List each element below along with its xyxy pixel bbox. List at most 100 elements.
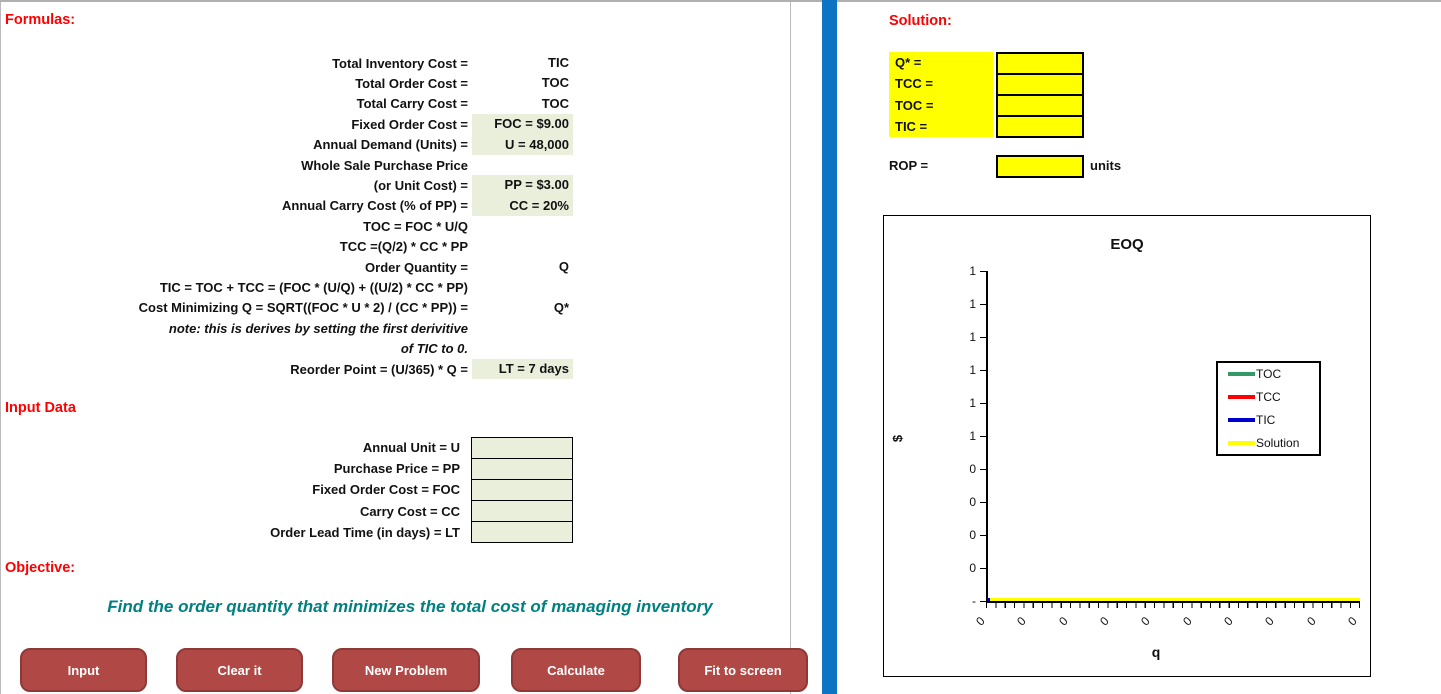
formula-row: Annual Demand (Units) =U = 48,000: [0, 135, 573, 155]
formula-row: Annual Carry Cost (% of PP) = CC = 20%: [0, 196, 573, 216]
legend-label: TIC: [1256, 413, 1275, 427]
rop-label: ROP =: [889, 158, 928, 173]
formula-row: Whole Sale Purchase Price: [0, 155, 573, 175]
y-tick-label: 1: [969, 429, 976, 443]
new-problem-button[interactable]: New Problem: [332, 648, 480, 692]
formula-value: [472, 155, 573, 175]
x-tick-label: 0: [1262, 610, 1282, 630]
formula-label: Total Order Cost =: [0, 76, 468, 91]
input-label-carry-cost: Carry Cost = CC: [360, 504, 460, 519]
formula-label: Annual Demand (Units) =: [0, 137, 468, 152]
legend-item-solution: Solution: [1228, 436, 1319, 450]
input-button[interactable]: Input: [20, 648, 147, 692]
formula-label: Total Carry Cost =: [0, 96, 468, 111]
x-tick-label: 0: [1304, 610, 1324, 630]
rop-cell: [996, 155, 1084, 178]
y-tick-label: 1: [969, 297, 976, 311]
x-axis-tick-labels: 0 0 0 0 0 0 0 0 0 0: [977, 612, 1361, 628]
legend-label: TOC: [1256, 367, 1281, 381]
formula-row: Fixed Order Cost = FOC = $9.00: [0, 114, 573, 134]
solution-label-tcc: TCC =: [889, 73, 993, 94]
formula-value: [472, 318, 573, 338]
input-label-fixed-order-cost: Fixed Order Cost = FOC: [312, 482, 460, 497]
formula-note: of TIC to 0.: [0, 341, 468, 356]
formula-label: TIC = TOC + TCC = (FOC * (U/Q) + ((U/2) …: [0, 280, 468, 295]
formula-value: TOC: [472, 94, 573, 114]
formula-value-highlighted: CC = 20%: [472, 196, 573, 216]
formula-value: [472, 277, 573, 297]
input-cell-purchase-price[interactable]: [471, 458, 573, 480]
clear-button[interactable]: Clear it: [176, 648, 303, 692]
formula-label: Total Inventory Cost =: [0, 56, 468, 71]
x-tick-label: 0: [1345, 610, 1365, 630]
formula-label: Reorder Point = (U/365) * Q =: [0, 362, 468, 377]
input-cell-annual-units[interactable]: [471, 437, 573, 459]
formulas-heading: Formulas:: [5, 12, 75, 28]
solution-cell-tic: [996, 115, 1084, 138]
calculate-button[interactable]: Calculate: [511, 648, 641, 692]
x-tick-label: 0: [1097, 610, 1117, 630]
y-axis-label: $: [890, 435, 905, 442]
formula-row: Order Quantity =Q: [0, 257, 573, 277]
solution-cell-toc: [996, 94, 1084, 117]
solution-line-swatch: [1228, 441, 1255, 445]
solution-label-qstar: Q* =: [889, 52, 993, 73]
y-axis-tick-labels: 1 1 1 1 1 1 0 0 0 0 -: [942, 264, 976, 608]
formula-value: TOC: [472, 73, 573, 93]
x-tick-label: 0: [1221, 610, 1241, 630]
x-tick-label: 0: [973, 610, 993, 630]
eoq-chart: EOQ $ 1 1 1 1 1 1 0 0 0 0 - 0 0 0 0 0 0 …: [883, 215, 1371, 677]
y-tick-label: 0: [969, 462, 976, 476]
input-cell-lead-time[interactable]: [471, 521, 573, 543]
formula-row: Total Carry Cost = TOC: [0, 94, 573, 114]
legend-item-tcc: TCC: [1228, 390, 1319, 404]
legend-item-toc: TOC: [1228, 367, 1319, 381]
blue-column-divider: [822, 0, 837, 694]
formula-label: TOC = FOC * U/Q: [0, 219, 468, 234]
solution-cell-tcc: [996, 73, 1084, 96]
y-axis-line: [986, 271, 988, 602]
formula-label: Annual Carry Cost (% of PP) =: [0, 198, 468, 213]
formula-label: Fixed Order Cost =: [0, 117, 468, 132]
rop-units-label: units: [1090, 158, 1121, 173]
y-tick-label: 1: [969, 330, 976, 344]
objective-heading: Objective:: [5, 560, 75, 576]
input-cell-carry-cost[interactable]: [471, 500, 573, 522]
solution-label-tic: TIC =: [889, 116, 993, 137]
y-tick-label: 0: [969, 561, 976, 575]
formula-table: Total Inventory Cost = TIC Total Order Co…: [0, 53, 573, 379]
formula-label: (or Unit Cost) =: [0, 178, 468, 193]
y-tick-label: 0: [969, 528, 976, 542]
formula-row: TIC = TOC + TCC = (FOC * (U/Q) + ((U/2) …: [0, 277, 573, 297]
legend-label: TCC: [1256, 390, 1281, 404]
formula-value-highlighted: FOC = $9.00: [472, 114, 573, 134]
x-axis-label: q: [986, 644, 1326, 660]
formula-row: (or Unit Cost) =PP = $3.00: [0, 175, 573, 195]
formula-note-row: of TIC to 0.: [0, 338, 573, 358]
window-top-edge: [0, 0, 1441, 2]
chart-title: EOQ: [884, 236, 1370, 253]
y-tick-label: 1: [969, 264, 976, 278]
fit-to-screen-button[interactable]: Fit to screen: [678, 648, 808, 692]
formula-value: TIC: [472, 53, 573, 73]
formula-row: TOC = FOC * U/Q: [0, 216, 573, 236]
y-tick-label: 1: [969, 363, 976, 377]
tic-line-swatch: [1228, 418, 1255, 422]
input-label-annual-units: Annual Unit = U: [363, 440, 460, 455]
input-label-column: Annual Unit = U Purchase Price = PP Fixe…: [0, 437, 460, 543]
x-tick-label: 0: [1056, 610, 1076, 630]
legend-item-tic: TIC: [1228, 413, 1319, 427]
chart-legend: TOC TCC TIC Solution: [1216, 361, 1321, 456]
formula-value: Q: [472, 257, 573, 277]
x-axis-tick-marks: [986, 603, 1360, 608]
solution-label-block: Q* = TCC = TOC = TIC =: [889, 52, 993, 137]
y-tick-label: 1: [969, 396, 976, 410]
formula-value: [472, 338, 573, 358]
y-tick-label: -: [972, 594, 976, 608]
toc-line-swatch: [1228, 372, 1255, 376]
solution-heading: Solution:: [889, 13, 952, 29]
formula-value: Q*: [472, 298, 573, 318]
formula-value: [472, 216, 573, 236]
input-cell-fixed-order-cost[interactable]: [471, 479, 573, 501]
solution-cell-qstar: [996, 52, 1084, 75]
